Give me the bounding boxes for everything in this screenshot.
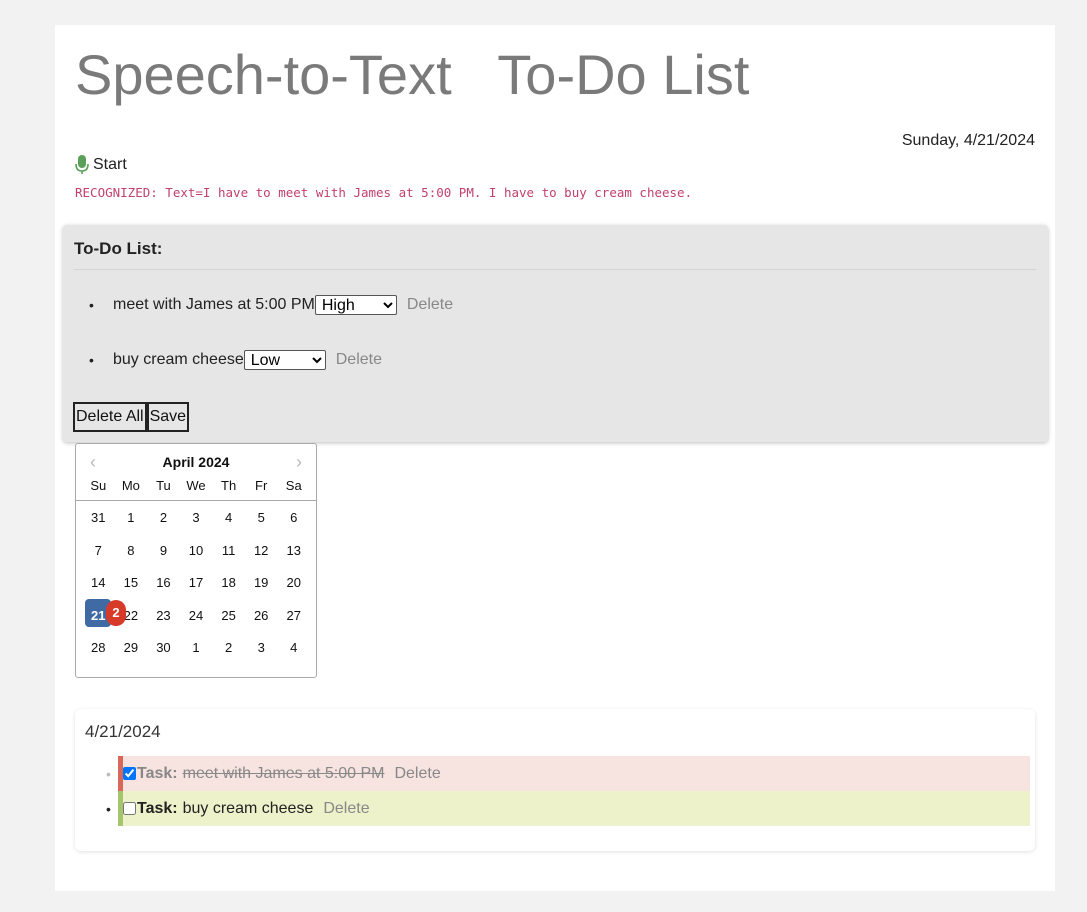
- weekday-label: We: [186, 478, 206, 493]
- calendar-day[interactable]: 28: [82, 640, 115, 673]
- task-count-badge: 2: [106, 599, 126, 626]
- calendar-header: ‹ April 2024 › Su Mo Tu We Th Fr Sa: [76, 444, 316, 501]
- calendar-day[interactable]: 31: [82, 510, 115, 543]
- calendar-day[interactable]: 1: [115, 510, 148, 543]
- priority-select[interactable]: Low: [243, 350, 326, 370]
- calendar-day[interactable]: 5: [245, 510, 278, 543]
- weekday-label: Tu: [156, 478, 171, 493]
- calendar-day[interactable]: 12: [245, 543, 278, 576]
- todo-panel: To-Do List: • meet with James at 5:00 PM…: [63, 225, 1048, 442]
- calendar-day[interactable]: 23: [147, 608, 180, 641]
- task-row: • Task: meet with James at 5:00 PM Delet…: [106, 756, 1030, 791]
- main-container: Speech-to-Text To-Do List Sunday, 4/21/2…: [55, 25, 1055, 891]
- calendar: ‹ April 2024 › Su Mo Tu We Th Fr Sa 31 1 2 3 4 5 6 7 8…: [75, 443, 317, 678]
- bullet-icon: •: [89, 352, 94, 368]
- delete-all-button[interactable]: Delete All: [73, 402, 147, 432]
- chevron-right-icon[interactable]: ›: [296, 452, 302, 473]
- calendar-day[interactable]: 6: [277, 510, 310, 543]
- start-label: Start: [93, 156, 127, 173]
- delete-link[interactable]: Delete: [323, 800, 369, 818]
- bullet-icon: •: [89, 297, 94, 313]
- weekday-label: Fr: [255, 478, 268, 493]
- delete-link[interactable]: Delete: [336, 351, 382, 369]
- weekday-row: Su Mo Tu We Th Fr Sa: [82, 478, 310, 493]
- calendar-day[interactable]: 24: [180, 608, 213, 641]
- weekday-label: Sa: [285, 478, 302, 493]
- recognized-text: RECOGNIZED: Text=I have to meet with Jam…: [75, 185, 693, 200]
- delete-link[interactable]: Delete: [394, 765, 440, 783]
- calendar-day[interactable]: 10: [180, 543, 213, 576]
- calendar-day[interactable]: 4: [277, 640, 310, 673]
- calendar-day[interactable]: 18: [212, 575, 245, 608]
- weekday-label: Mo: [121, 478, 140, 493]
- todo-item: • meet with James at 5:00 PM High Delete: [89, 295, 453, 315]
- calendar-day[interactable]: 1: [180, 640, 213, 673]
- current-date: Sunday, 4/21/2024: [901, 132, 1035, 149]
- calendar-week: 28 29 30 1 2 3 4: [82, 640, 310, 673]
- calendar-day[interactable]: 2: [147, 510, 180, 543]
- calendar-month: April 2024: [162, 454, 230, 470]
- save-button[interactable]: Save: [146, 402, 190, 432]
- task-checkbox[interactable]: [123, 767, 136, 780]
- task-row: • Task: buy cream cheese Delete: [106, 791, 1030, 826]
- start-button[interactable]: Start: [75, 155, 127, 175]
- priority-select[interactable]: High: [314, 295, 397, 315]
- task-text: buy cream cheese: [182, 799, 314, 817]
- todo-item-text: meet with James at 5:00 PM: [113, 296, 315, 313]
- calendar-day[interactable]: 11: [212, 543, 245, 576]
- calendar-day[interactable]: 29: [115, 640, 148, 673]
- weekday-label: Su: [90, 478, 107, 493]
- calendar-day[interactable]: 3: [245, 640, 278, 673]
- calendar-day[interactable]: 25: [212, 608, 245, 641]
- calendar-grid: 31 1 2 3 4 5 6 7 8 9 10 11 12 13 14 15 16 17 18 19 20 21 22 23 2…: [82, 510, 310, 673]
- calendar-day[interactable]: 2: [212, 640, 245, 673]
- calendar-day[interactable]: 20: [277, 575, 310, 608]
- calendar-day[interactable]: 17: [180, 575, 213, 608]
- bullet-icon: •: [106, 800, 111, 817]
- calendar-week: 31 1 2 3 4 5 6: [82, 510, 310, 543]
- todo-item: • buy cream cheese Low Delete: [89, 350, 382, 370]
- button-row: Delete All Save: [73, 402, 190, 432]
- calendar-day[interactable]: 19: [245, 575, 278, 608]
- todo-heading: To-Do List:: [74, 239, 163, 258]
- weekday-label: Th: [221, 478, 237, 493]
- bullet-icon: •: [106, 765, 111, 782]
- delete-link[interactable]: Delete: [407, 296, 453, 314]
- task-label: Task:: [137, 764, 178, 782]
- calendar-day[interactable]: 16: [147, 575, 180, 608]
- calendar-day[interactable]: 26: [245, 608, 278, 641]
- calendar-week: 7 8 9 10 11 12 13: [82, 543, 310, 576]
- calendar-day[interactable]: 7: [82, 543, 115, 576]
- calendar-day[interactable]: 13: [277, 543, 310, 576]
- microphone-icon: [75, 155, 89, 174]
- task-label: Task:: [137, 799, 178, 817]
- divider: [74, 269, 1036, 270]
- calendar-day[interactable]: 3: [180, 510, 213, 543]
- task-checkbox[interactable]: [123, 802, 136, 815]
- calendar-day[interactable]: 4: [212, 510, 245, 543]
- calendar-day[interactable]: 27: [277, 608, 310, 641]
- page-title: Speech-to-Text To-Do List: [75, 43, 750, 106]
- calendar-day[interactable]: 30: [147, 640, 180, 673]
- calendar-day[interactable]: 8: [115, 543, 148, 576]
- task-date: 4/21/2024: [85, 722, 161, 741]
- todo-item-text: buy cream cheese: [113, 351, 244, 368]
- calendar-day[interactable]: 9: [147, 543, 180, 576]
- task-text: meet with James at 5:00 PM: [182, 764, 385, 782]
- task-card: 4/21/2024 • Task: meet with James at 5:0…: [75, 709, 1035, 851]
